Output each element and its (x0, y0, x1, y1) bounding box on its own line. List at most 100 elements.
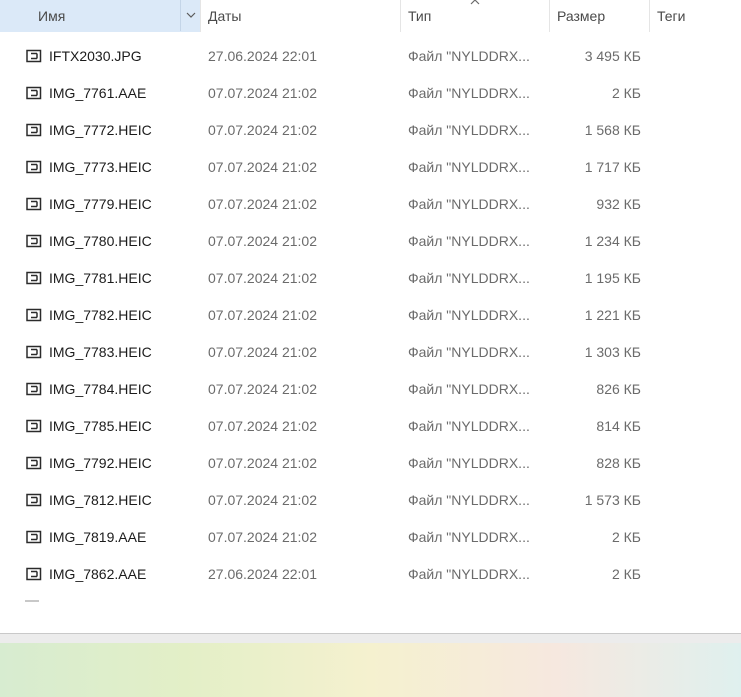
file-name: IMG_7819.AAE (49, 529, 147, 545)
file-name: IMG_7783.HEIC (49, 344, 152, 360)
file-name: IMG_7761.AAE (49, 85, 147, 101)
generic-file-icon (26, 530, 42, 544)
file-type: Файл "NYLDDRX... (408, 455, 530, 471)
file-name: IFTX2030.JPG (49, 48, 142, 64)
column-header-date[interactable]: Даты (201, 0, 400, 32)
file-row[interactable]: IMG_7781.HEIC 07.07.2024 21:02 Файл "NYL… (0, 260, 741, 297)
file-name: IMG_7782.HEIC (49, 307, 152, 323)
file-type: Файл "NYLDDRX... (408, 270, 530, 286)
file-size: 2 КБ (611, 85, 641, 101)
file-name: IMG_7773.HEIC (49, 159, 152, 175)
file-size: 2 КБ (611, 529, 641, 545)
file-size: 3 495 КБ (584, 48, 641, 64)
file-date-modified: 07.07.2024 21:02 (208, 159, 317, 175)
file-name: IMG_7792.HEIC (49, 455, 152, 471)
file-size: 1 234 КБ (584, 233, 641, 249)
generic-file-icon (26, 419, 42, 433)
file-type: Файл "NYLDDRX... (408, 381, 530, 397)
file-name: IMG_7862.AAE (49, 566, 147, 582)
file-name: IMG_7780.HEIC (49, 233, 152, 249)
chevron-down-icon (186, 12, 196, 18)
generic-file-icon (26, 160, 42, 174)
file-row[interactable]: IFTX2030.JPG 27.06.2024 22:01 Файл "NYLD… (0, 38, 741, 75)
file-row[interactable]: IMG_7812.HEIC 07.07.2024 21:02 Файл "NYL… (0, 482, 741, 519)
file-row[interactable]: IMG_7819.AAE 07.07.2024 21:02 Файл "NYLD… (0, 519, 741, 556)
file-size: 826 КБ (596, 381, 641, 397)
file-size: 1 573 КБ (584, 492, 641, 508)
file-date-modified: 07.07.2024 21:02 (208, 381, 317, 397)
file-size: 1 717 КБ (584, 159, 641, 175)
file-name: IMG_7784.HEIC (49, 381, 152, 397)
file-name: IMG_7812.HEIC (49, 492, 152, 508)
column-filter-dropdown[interactable] (180, 0, 201, 31)
file-type: Файл "NYLDDRX... (408, 418, 530, 434)
file-date-modified: 07.07.2024 21:02 (208, 418, 317, 434)
file-date-modified: 27.06.2024 22:01 (208, 566, 317, 582)
column-header-name[interactable]: Имя (0, 0, 201, 32)
file-size: 828 КБ (596, 455, 641, 471)
file-row[interactable]: IMG_7780.HEIC 07.07.2024 21:02 Файл "NYL… (0, 223, 741, 260)
column-header-date-label: Даты (208, 8, 242, 24)
file-size: 2 КБ (611, 566, 641, 582)
generic-file-icon (26, 49, 42, 63)
file-size: 932 КБ (596, 196, 641, 212)
generic-file-icon (26, 308, 42, 322)
file-type: Файл "NYLDDRX... (408, 85, 530, 101)
file-date-modified: 27.06.2024 22:01 (208, 48, 317, 64)
file-date-modified: 07.07.2024 21:02 (208, 492, 317, 508)
file-row[interactable]: IMG_7772.HEIC 07.07.2024 21:02 Файл "NYL… (0, 112, 741, 149)
generic-file-icon (26, 123, 42, 137)
file-size: 1 221 КБ (584, 307, 641, 323)
file-type: Файл "NYLDDRX... (408, 159, 530, 175)
file-type: Файл "NYLDDRX... (408, 307, 530, 323)
generic-file-icon (26, 382, 42, 396)
generic-file-icon (26, 456, 42, 470)
generic-file-icon (26, 86, 42, 100)
file-name: IMG_7785.HEIC (49, 418, 152, 434)
file-explorer-details-view: Имя Даты Тип Размер Теги IFTX2030.JPG 27… (0, 0, 741, 633)
generic-file-icon (26, 271, 42, 285)
file-date-modified: 07.07.2024 21:02 (208, 307, 317, 323)
file-type: Файл "NYLDDRX... (408, 566, 530, 582)
partially-visible-row (25, 600, 39, 602)
file-date-modified: 07.07.2024 21:02 (208, 233, 317, 249)
file-date-modified: 07.07.2024 21:02 (208, 270, 317, 286)
file-size: 1 568 КБ (584, 122, 641, 138)
generic-file-icon (26, 234, 42, 248)
file-type: Файл "NYLDDRX... (408, 233, 530, 249)
file-list: IFTX2030.JPG 27.06.2024 22:01 Файл "NYLD… (0, 38, 741, 593)
file-date-modified: 07.07.2024 21:02 (208, 122, 317, 138)
file-row[interactable]: IMG_7784.HEIC 07.07.2024 21:02 Файл "NYL… (0, 371, 741, 408)
file-row[interactable]: IMG_7792.HEIC 07.07.2024 21:02 Файл "NYL… (0, 445, 741, 482)
file-row[interactable]: IMG_7862.AAE 27.06.2024 22:01 Файл "NYLD… (0, 556, 741, 593)
file-type: Файл "NYLDDRX... (408, 196, 530, 212)
file-name: IMG_7779.HEIC (49, 196, 152, 212)
column-header-bar: Имя Даты Тип Размер Теги (0, 0, 741, 32)
file-row[interactable]: IMG_7779.HEIC 07.07.2024 21:02 Файл "NYL… (0, 186, 741, 223)
file-name: IMG_7772.HEIC (49, 122, 152, 138)
column-header-tags[interactable]: Теги (650, 0, 741, 32)
generic-file-icon (26, 345, 42, 359)
file-row[interactable]: IMG_7785.HEIC 07.07.2024 21:02 Файл "NYL… (0, 408, 741, 445)
generic-file-icon (26, 197, 42, 211)
generic-file-icon (26, 493, 42, 507)
column-header-size[interactable]: Размер (550, 0, 649, 32)
file-type: Файл "NYLDDRX... (408, 529, 530, 545)
file-row[interactable]: IMG_7773.HEIC 07.07.2024 21:02 Файл "NYL… (0, 149, 741, 186)
file-row[interactable]: IMG_7761.AAE 07.07.2024 21:02 Файл "NYLD… (0, 75, 741, 112)
file-row[interactable]: IMG_7782.HEIC 07.07.2024 21:02 Файл "NYL… (0, 297, 741, 334)
file-row[interactable]: IMG_7783.HEIC 07.07.2024 21:02 Файл "NYL… (0, 334, 741, 371)
file-date-modified: 07.07.2024 21:02 (208, 529, 317, 545)
column-header-type-label: Тип (408, 8, 432, 24)
column-header-name-label: Имя (38, 8, 66, 24)
file-date-modified: 07.07.2024 21:02 (208, 196, 317, 212)
generic-file-icon (26, 567, 42, 581)
file-name: IMG_7781.HEIC (49, 270, 152, 286)
file-date-modified: 07.07.2024 21:02 (208, 85, 317, 101)
desktop-background (0, 643, 741, 697)
sort-ascending-icon (470, 0, 480, 5)
file-date-modified: 07.07.2024 21:02 (208, 455, 317, 471)
column-header-tags-label: Теги (657, 8, 686, 24)
file-type: Файл "NYLDDRX... (408, 344, 530, 360)
file-size: 814 КБ (596, 418, 641, 434)
